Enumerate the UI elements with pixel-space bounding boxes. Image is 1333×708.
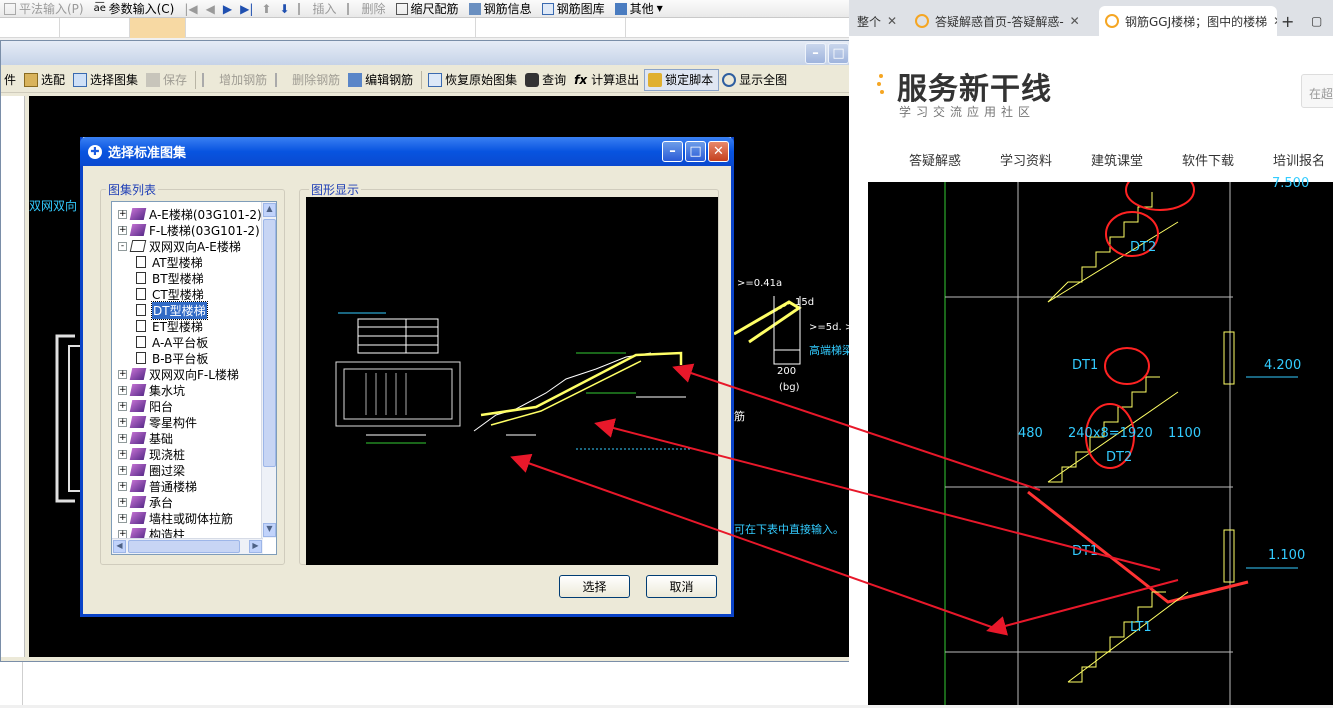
annotation-arrows — [510, 363, 1179, 636]
